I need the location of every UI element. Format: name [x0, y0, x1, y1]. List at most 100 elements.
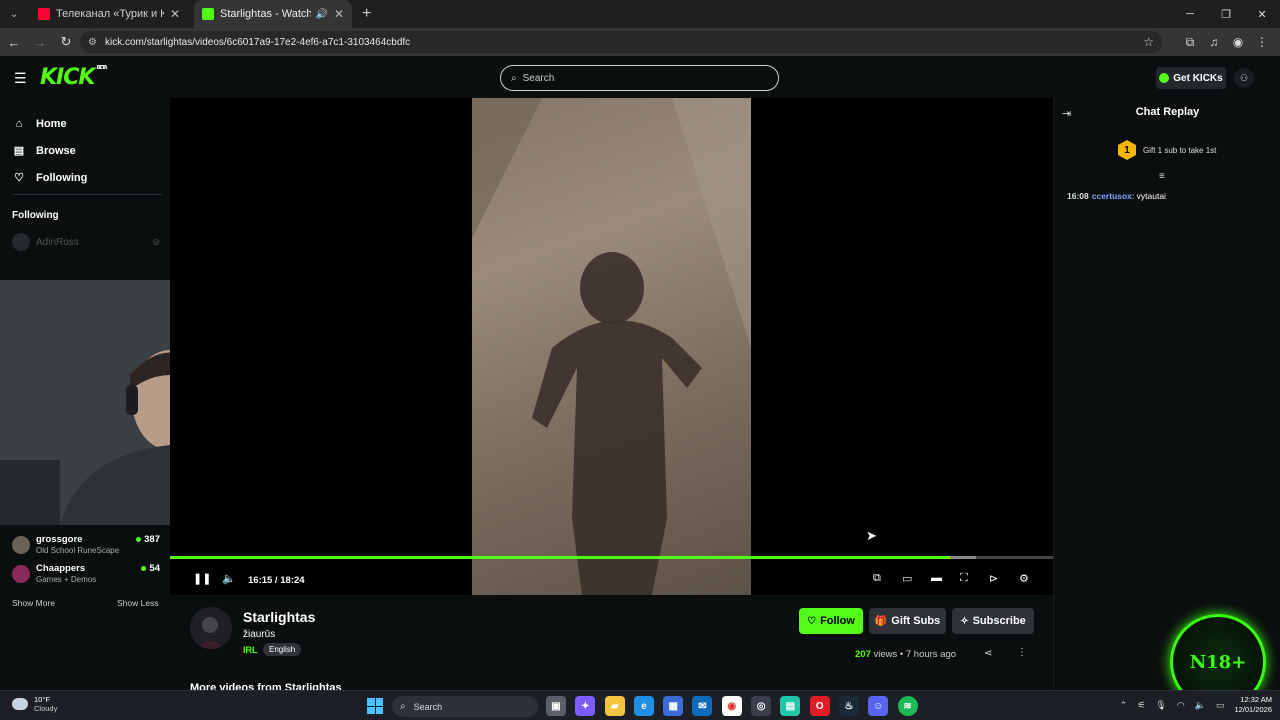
store-icon[interactable]: ▦ [663, 696, 684, 716]
time-display: 16:15 / 18:24 [248, 575, 305, 586]
sidebar-item-browse[interactable]: ▤ Browse [12, 137, 87, 164]
system-tray: ⌃ ⚟ 🎙 ◠ 🔈 ▭ 12:32 AM 12/01/2026 [1110, 695, 1272, 715]
views-word: views [873, 649, 898, 660]
file-explorer-icon[interactable]: ▰ [604, 696, 625, 716]
clock-date: 12/01/2026 [1234, 705, 1272, 714]
language-tag[interactable]: English [263, 643, 302, 656]
site-info-icon[interactable]: ⚙ [88, 37, 97, 48]
opera-icon[interactable]: O [809, 696, 830, 716]
taskbar-search-label: Search [413, 701, 443, 712]
youtube-favicon-icon [38, 8, 50, 20]
channel-avatar[interactable] [190, 607, 232, 649]
media-control-icon[interactable]: ♫ [1202, 35, 1226, 49]
chat-title: Chat Replay [1135, 106, 1200, 118]
site-header: ☰ KICK BETA ⌕ Search Get KICKs ⚇ [0, 56, 1280, 98]
more-options-icon[interactable]: ⋮ [1017, 647, 1027, 658]
app-icon[interactable]: ◎ [751, 696, 772, 716]
search-placeholder: Search [522, 72, 555, 84]
recommended-channel[interactable]: grossgore Old School RuneScape 387 [12, 532, 160, 558]
search-input[interactable]: ⌕ Search [500, 65, 779, 91]
heart-icon: ♡ [14, 172, 24, 184]
progress-bar[interactable] [170, 556, 1053, 559]
minimize-icon[interactable]: ─ [1172, 0, 1208, 28]
share-icon[interactable]: ⋖ [984, 648, 992, 659]
channel-category: Games + Demos [36, 575, 97, 584]
fullscreen-icon[interactable]: ⛶ [960, 572, 968, 585]
extensions-icon[interactable]: ⧉ [1178, 35, 1202, 50]
microphone-icon[interactable]: 🎙 [1155, 700, 1166, 711]
volume-icon[interactable]: 🔈 [222, 572, 236, 585]
android-studio-icon[interactable]: ▤ [780, 696, 801, 716]
menu-kebab-icon[interactable]: ⋮ [1250, 35, 1274, 49]
category-link[interactable]: IRL [243, 645, 258, 655]
show-less-link[interactable]: Show Less [117, 598, 159, 608]
restore-icon[interactable]: ❐ [1208, 0, 1244, 28]
new-tab-button[interactable]: + [362, 5, 371, 23]
gift-rank-badge: 1 [1118, 140, 1136, 160]
spotify-icon[interactable]: ≋ [897, 696, 918, 716]
kick-logo[interactable]: KICK BETA [40, 65, 108, 90]
mail-icon[interactable]: ✉ [692, 696, 713, 716]
follow-button[interactable]: ♡ Follow [799, 608, 863, 634]
close-icon[interactable]: ✕ [170, 7, 180, 21]
beta-badge: BETA [96, 65, 107, 71]
clock[interactable]: 12:32 AM 12/01/2026 [1234, 695, 1272, 715]
get-kicks-button[interactable]: Get KICKs [1156, 67, 1226, 89]
followed-channel[interactable]: AdinRoss ⊘ [12, 233, 160, 251]
pinned-message-icon[interactable]: ≡ [1159, 171, 1165, 182]
recommended-channel[interactable]: Chaappers Games + Demos 54 [12, 561, 160, 587]
task-view-icon[interactable]: ▣ [546, 696, 566, 716]
browser-tab-2[interactable]: Starlightas - Watch the VOD 🔊 ✕ [194, 0, 352, 28]
back-icon[interactable]: ← [2, 35, 26, 50]
message-time: 16:08 [1067, 191, 1089, 201]
pause-icon[interactable]: ❚❚ [193, 572, 211, 585]
edge-icon[interactable]: e [633, 696, 654, 716]
copilot-icon[interactable]: ✦ [575, 696, 596, 716]
browser-tab-1[interactable]: Телеканал «Турик и Конюшня» ✕ [30, 0, 188, 28]
theater-mode-icon[interactable]: ▬ [931, 572, 942, 584]
weather-widget[interactable]: 10°F Cloudy [12, 695, 57, 713]
address-bar-row: ← → ↻ ⚙ kick.com/starlightas/videos/6c60… [0, 28, 1280, 56]
clip-icon[interactable]: ▭ [902, 572, 912, 585]
channel-name[interactable]: Starlightas [243, 609, 315, 625]
hamburger-menu-icon[interactable]: ☰ [14, 70, 27, 87]
gift-leaderboard[interactable]: 1 Gift 1 sub to take 1st [1118, 140, 1216, 160]
sidebar-item-home[interactable]: ⌂ Home [12, 110, 87, 137]
profile-icon[interactable]: ◉ [1226, 35, 1250, 49]
playback-speed-icon[interactable]: ⊳ [989, 572, 998, 585]
windows-start-icon[interactable] [367, 698, 383, 714]
gift-subs-button[interactable]: 🎁 Gift Subs [869, 608, 946, 634]
user-avatar[interactable]: ⚇ [1234, 68, 1254, 88]
video-player[interactable]: ➤ ❚❚ 🔈 16:15 / 18:24 ⧉ ▭ ▬ ⛶ ⊳ ⚙ [170, 98, 1053, 595]
sidebar-item-following[interactable]: ♡ Following [12, 164, 87, 191]
kick-favicon-icon [202, 8, 214, 20]
temperature: 10°F [34, 695, 50, 704]
sidebar-item-label: Following [36, 171, 88, 184]
speaker-icon[interactable]: 🔊 [315, 9, 327, 20]
battery-icon[interactable]: ▭ [1216, 700, 1225, 711]
bookmark-star-icon[interactable]: ☆ [1143, 35, 1154, 49]
url-field[interactable]: ⚙ kick.com/starlightas/videos/6c6017a9-1… [80, 31, 1162, 53]
miniplayer-icon[interactable]: ⧉ [873, 572, 881, 585]
subscribe-button[interactable]: ✧ Subscribe [952, 608, 1034, 634]
gift-icon: 🎁 [874, 615, 888, 627]
steam-icon[interactable]: ♨ [838, 696, 859, 716]
forward-icon[interactable]: → [28, 35, 52, 50]
speaker-icon[interactable]: 🔈 [1195, 700, 1206, 711]
show-more-link[interactable]: Show More [12, 598, 55, 608]
chevron-up-icon[interactable]: ⌃ [1120, 700, 1128, 711]
close-icon[interactable]: ✕ [334, 7, 344, 21]
chrome-icon[interactable]: ◉ [721, 696, 742, 716]
network-icon[interactable]: ⚟ [1137, 700, 1145, 711]
tab-search-button[interactable]: ⌄ [4, 4, 24, 24]
heart-icon: ♡ [807, 615, 817, 627]
taskbar-search[interactable]: ⌕ Search [392, 696, 538, 717]
settings-gear-icon[interactable]: ⚙ [1019, 572, 1029, 585]
channel-name: grossgore [36, 534, 83, 545]
reload-icon[interactable]: ↻ [54, 34, 78, 50]
wifi-icon[interactable]: ◠ [1177, 700, 1185, 711]
message-username[interactable]: ccertusox [1092, 191, 1132, 201]
discord-icon[interactable]: ☺ [868, 696, 889, 716]
clock-time: 12:32 AM [1240, 695, 1272, 704]
close-window-icon[interactable]: ✕ [1244, 0, 1280, 28]
